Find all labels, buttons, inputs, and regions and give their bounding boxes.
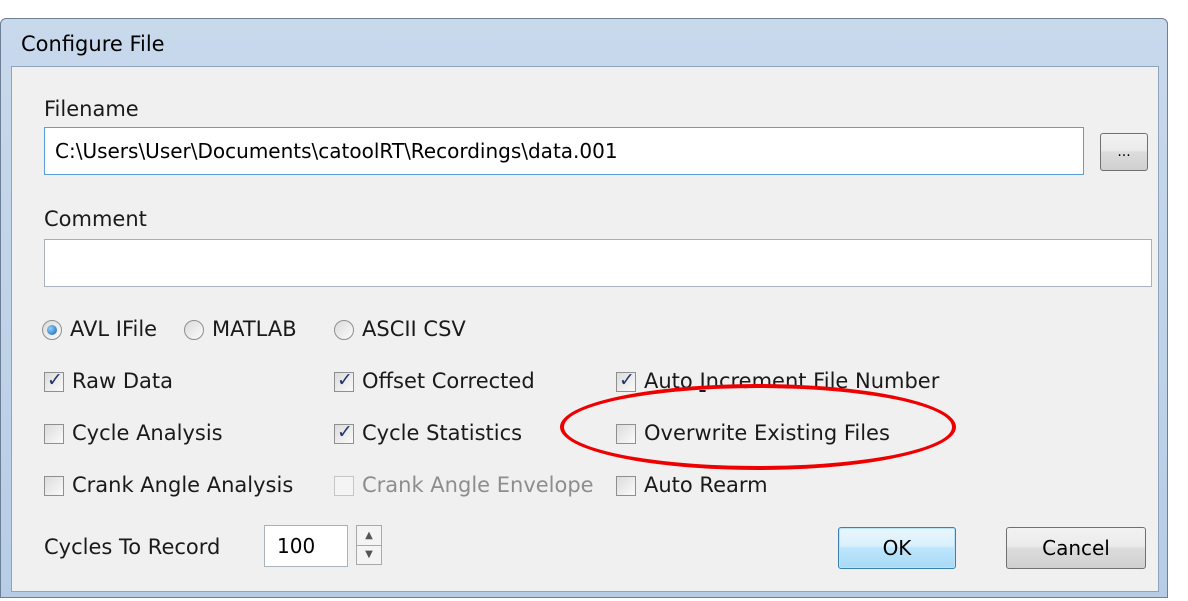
crank-angle-envelope-label: Crank Angle Envelope [362, 473, 594, 497]
comment-input[interactable] [44, 239, 1152, 287]
overwrite-existing-files-label[interactable]: Overwrite Existing Files [644, 421, 890, 445]
crank-angle-analysis-label[interactable]: Crank Angle Analysis [72, 473, 293, 497]
offset-corrected-checkbox[interactable] [334, 369, 354, 392]
matlab-label[interactable]: MATLAB [212, 317, 297, 341]
matlab-radio[interactable] [184, 320, 204, 340]
crank-angle-envelope-checkbox [334, 476, 354, 496]
raw-data-label[interactable]: Raw Data [72, 369, 173, 393]
cycle-analysis-label[interactable]: Cycle Analysis [72, 421, 223, 445]
ok-button[interactable]: OK [838, 527, 956, 569]
offset-corrected-label[interactable]: Offset Corrected [362, 369, 535, 393]
avl-ifile-radio[interactable] [42, 320, 62, 340]
overwrite-existing-files-checkbox[interactable] [616, 424, 636, 444]
configure-file-dialog: Configure File Filename ... Comment AVL … [0, 18, 1168, 598]
auto-rearm-checkbox[interactable] [616, 476, 636, 496]
cycle-statistics-checkbox[interactable] [334, 421, 354, 444]
dialog-body: Filename ... Comment AVL IFile MATLAB AS… [11, 66, 1159, 592]
cycles-spinner[interactable]: ▲ ▼ [356, 525, 382, 565]
auto-increment-checkbox[interactable] [616, 369, 636, 392]
avl-ifile-label[interactable]: AVL IFile [70, 317, 157, 341]
title-bar[interactable]: Configure File [1, 19, 1167, 69]
spin-down-icon[interactable]: ▼ [357, 545, 381, 564]
cycle-analysis-checkbox[interactable] [44, 424, 64, 444]
auto-rearm-label[interactable]: Auto Rearm [644, 473, 768, 497]
cycle-statistics-label[interactable]: Cycle Statistics [362, 421, 522, 445]
cycles-to-record-label: Cycles To Record [44, 535, 221, 559]
browse-button[interactable]: ... [1100, 133, 1148, 171]
comment-label: Comment [44, 207, 147, 231]
filename-label: Filename [44, 97, 139, 121]
crank-angle-analysis-checkbox[interactable] [44, 476, 64, 496]
cycles-to-record-input[interactable] [264, 525, 348, 567]
ascii-csv-label[interactable]: ASCII CSV [362, 317, 466, 341]
window-title: Configure File [21, 32, 165, 56]
raw-data-checkbox[interactable] [44, 369, 64, 392]
ascii-csv-radio[interactable] [334, 320, 354, 340]
filename-input[interactable] [44, 127, 1084, 175]
cancel-button[interactable]: Cancel [1006, 527, 1146, 569]
spin-up-icon[interactable]: ▲ [357, 526, 381, 546]
auto-increment-label[interactable]: Auto Increment File Number [644, 369, 939, 393]
